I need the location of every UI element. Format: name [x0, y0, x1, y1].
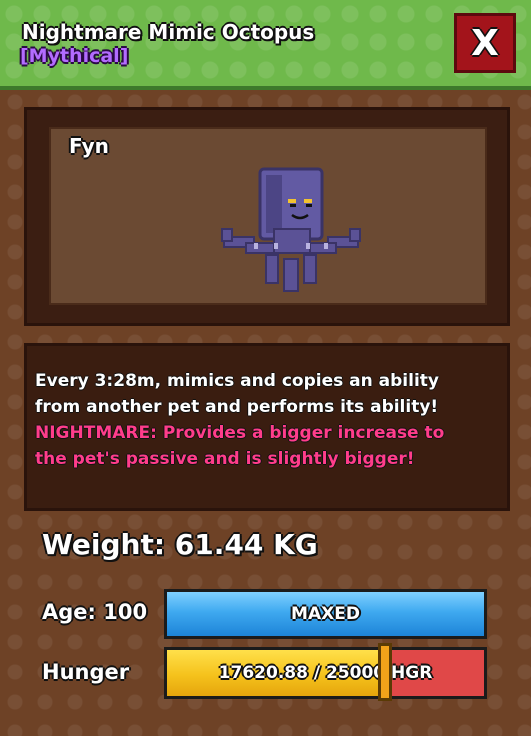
- age-label: Age: 100: [42, 600, 148, 624]
- close-icon: X: [471, 22, 499, 64]
- panel-header: Nightmare Mimic Octopus [Mythical] X: [0, 0, 531, 90]
- rarity-label: [Mythical]: [20, 45, 129, 67]
- pet-species-title: Nightmare Mimic Octopus: [22, 20, 315, 44]
- ability-line-2: from another pet and performs its abilit…: [35, 397, 439, 417]
- pet-info-panel: Nightmare Mimic Octopus [Mythical] X Fyn…: [0, 0, 531, 736]
- weight-label: Weight: 61.44 KG: [42, 528, 318, 561]
- hunger-progress-bar: 17620.88 / 25000 HGR: [164, 647, 487, 699]
- ability-line-1: Every 3:28m, mimics and copies an abilit…: [35, 371, 439, 391]
- pet-image-area: [49, 127, 487, 305]
- hunger-label: Hunger: [42, 660, 130, 684]
- pet-nickname: Fyn: [69, 134, 109, 158]
- octopus-pet-icon: [216, 159, 366, 299]
- nightmare-line-1: NIGHTMARE: Provides a bigger increase to: [35, 423, 445, 443]
- age-progress-bar: MAXED: [164, 589, 487, 639]
- ability-description: Every 3:28m, mimics and copies an abilit…: [35, 368, 497, 472]
- hunger-slider-handle[interactable]: [378, 643, 393, 701]
- ability-description-box: Every 3:28m, mimics and copies an abilit…: [24, 343, 510, 511]
- nightmare-line-2: the pet's passive and is slightly bigger…: [35, 449, 415, 469]
- age-bar-text: MAXED: [291, 604, 360, 624]
- pet-image-frame: Fyn: [24, 107, 510, 326]
- hunger-bar-text: 17620.88 / 25000 HGR: [218, 663, 433, 683]
- close-button[interactable]: X: [454, 13, 516, 73]
